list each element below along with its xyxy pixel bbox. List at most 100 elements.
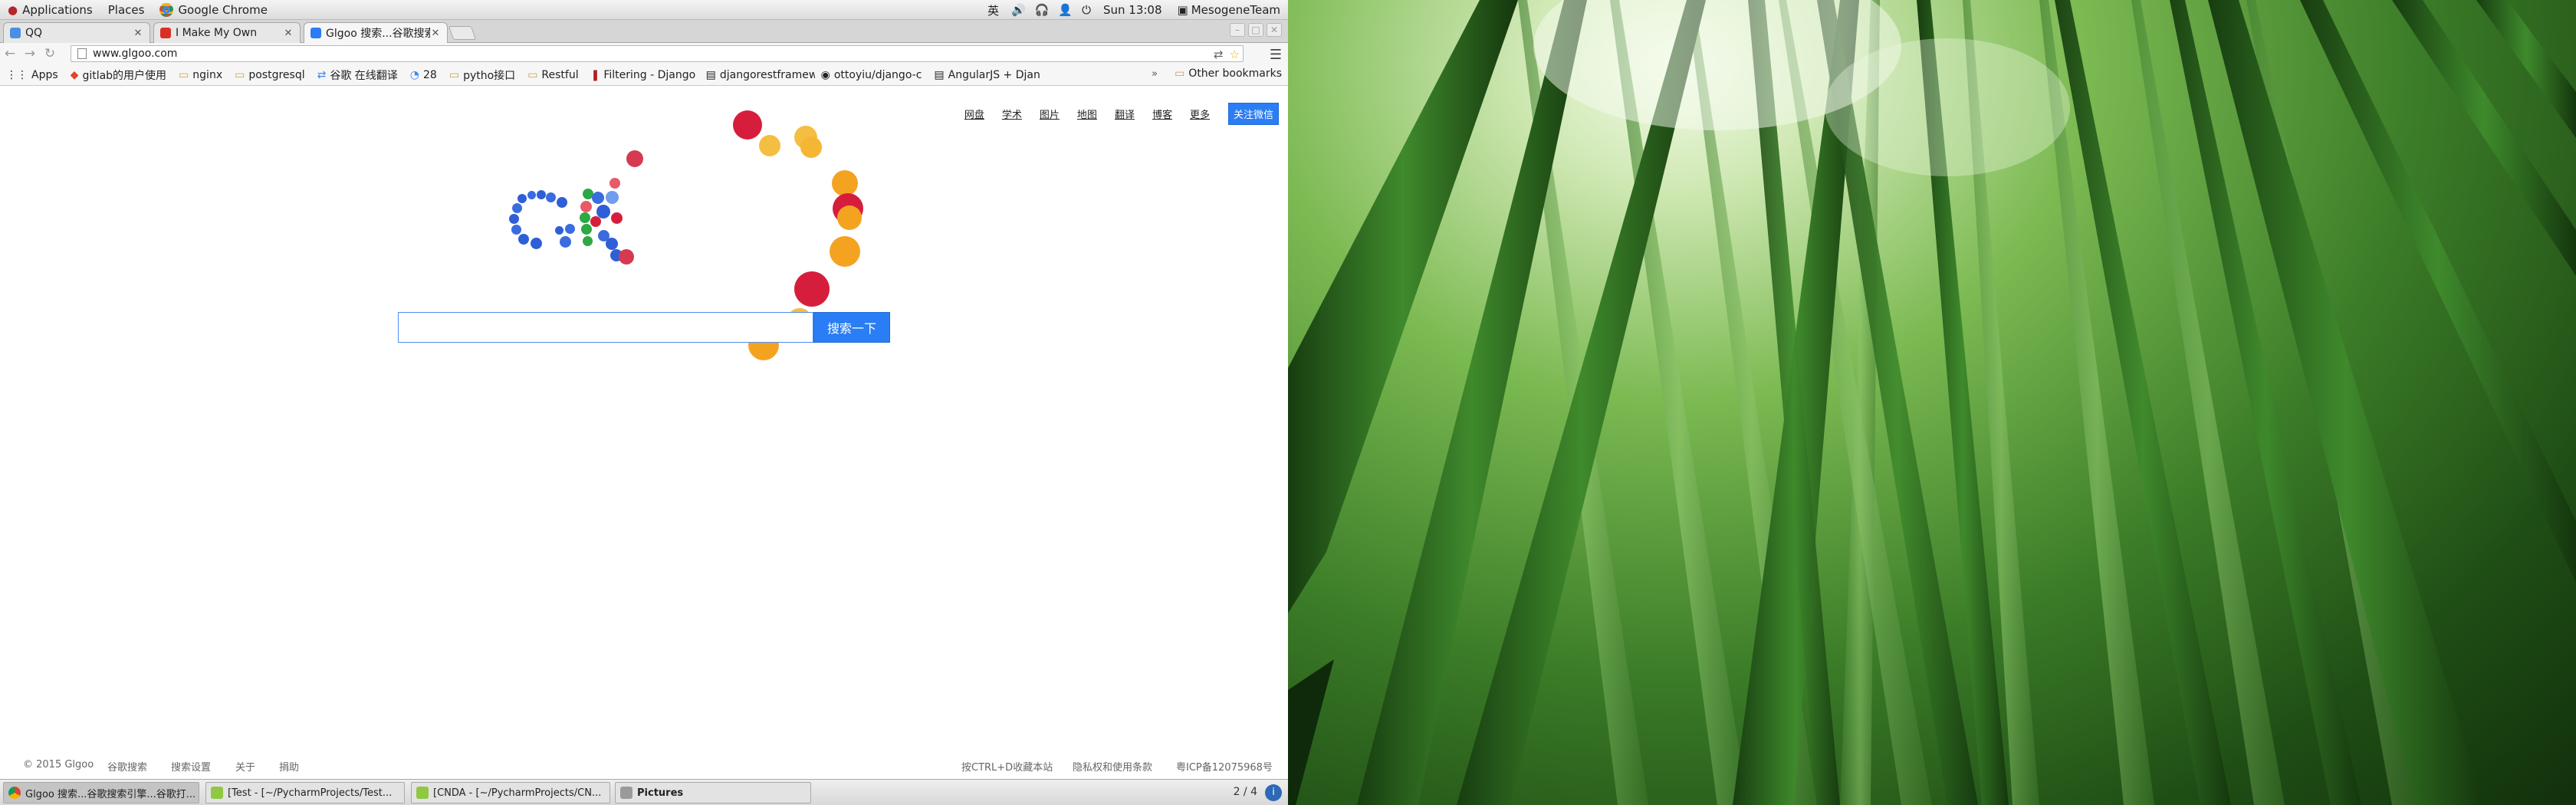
logo-dot [832,170,858,196]
task-label: [Test - [~/PycharmProjects/Test... [228,787,393,799]
applications-label: Applications [22,2,93,17]
bookmarks-overflow-button[interactable]: » [1152,68,1158,80]
nav-images[interactable]: 图片 [1040,107,1060,121]
power-icon[interactable]: ⏻ [1077,0,1096,20]
new-tab-button[interactable] [448,26,477,40]
chrome-icon [8,787,21,799]
bookmark-ottoyiu-django[interactable]: ◉ ottoyiu/django-c [815,69,928,81]
tab-i-make-my-own[interactable]: I Make My Own ✕ [153,22,301,43]
user-label: MesogeneTeam [1191,3,1280,17]
user-status-icon[interactable]: 👤 [1053,0,1077,20]
active-app-label: Google Chrome [178,2,268,17]
task-pycharm-cnda[interactable]: [CNDA - [~/PycharmProjects/CN... [411,782,610,803]
logo-dot [518,194,527,203]
bookmark-gitlab[interactable]: ◆ gitlab的用户使用 [64,67,172,83]
input-method-indicator[interactable]: 英 [980,0,1007,20]
translate-icon[interactable]: ⇄ [1214,48,1224,61]
footer-bookmark-hint: 按CTRL+D收藏本站 [961,762,1053,774]
glgoo-favicon-icon [310,28,321,38]
bookmark-filtering-django[interactable]: ❚ Filtering - Django [585,69,700,81]
bookmark-translate[interactable]: ⇄ 谷歌 在线翻译 [311,67,404,83]
footer-link-privacy[interactable]: 隐私权和使用条款 [1073,759,1152,774]
bookmark-star-icon[interactable]: ☆ [1230,48,1240,61]
places-menu[interactable]: Places [100,0,153,20]
qq-favicon-icon [10,28,21,38]
bookmark-python-api[interactable]: ▭ pytho接口 [443,67,521,83]
other-bookmarks[interactable]: ▭ Other bookmarks [1175,67,1282,80]
reload-icon[interactable]: ↻ [40,46,60,61]
apps-grid-icon: ⋮⋮ [6,68,28,81]
logo-dot [560,236,571,248]
forward-icon[interactable]: → [20,46,40,61]
bookmark-label: AngularJS + Djan [948,68,1040,81]
bookmark-icon: ❚ [590,68,600,81]
logo-dot [733,110,762,140]
copyright: © 2015 Glgoo [23,759,94,770]
chrome-menu-icon[interactable]: ☰ [1270,47,1282,63]
bookmark-label: ottoyiu/django-c [833,68,922,81]
footer-link-about[interactable]: 关于 [235,759,255,774]
active-app-menu[interactable]: Google Chrome [152,0,275,20]
footer-icp[interactable]: 粤ICP备12075968号 [1176,759,1273,774]
task-chrome[interactable]: Glgoo 搜索...谷歌搜索引擎...谷歌打... [3,782,199,803]
headset-icon[interactable]: 🎧 [1030,0,1054,20]
bookmark-apps[interactable]: ⋮⋮ Apps [0,69,64,81]
places-label: Places [107,2,145,17]
applications-menu[interactable]: ● Applications [0,0,100,20]
minimize-icon[interactable]: – [1230,23,1245,37]
tab-qq[interactable]: QQ ✕ [3,22,150,43]
nav-pan[interactable]: 网盘 [964,107,984,121]
bookmark-label: Apps [31,68,58,81]
nav-translate[interactable]: 翻译 [1115,107,1135,121]
bookmark-nginx[interactable]: ▭ nginx [172,69,228,81]
clock[interactable]: Sun 13:08 [1096,0,1170,20]
close-tab-icon[interactable]: ✕ [430,28,441,39]
doc-icon: ▤ [934,68,945,81]
close-window-icon[interactable]: ✕ [1267,23,1282,37]
workspace-indicator[interactable]: 2 / 4 [1234,786,1257,798]
logo-dot [800,136,822,158]
task-pictures[interactable]: Pictures [615,782,811,803]
folder-icon: ▭ [235,68,245,81]
pycharm-icon [211,787,223,799]
bookmark-postgresql[interactable]: ▭ postgresql [228,69,311,81]
bookmark-djangorestframework[interactable]: ▤ djangorestframew [700,69,815,81]
bookmark-label: nginx [192,68,223,81]
bookmark-angularjs-django[interactable]: ▤ AngularJS + Djan [928,69,1043,81]
follow-wechat-button[interactable]: 关注微信 [1227,103,1279,125]
search-button[interactable]: 搜索一下 [813,312,890,343]
bookmark-label: gitlab的用户使用 [82,69,167,82]
user-menu[interactable]: ▣ MesogeneTeam [1170,0,1288,20]
close-tab-icon[interactable]: ✕ [133,28,143,39]
nav-maps[interactable]: 地图 [1077,107,1097,121]
footer-link-search-settings[interactable]: 搜索设置 [171,759,211,774]
address-bar[interactable]: www.glgoo.com ⇄ ☆ [71,45,1244,62]
search-input[interactable] [398,312,813,343]
tab-title: Glgoo 搜索...谷歌搜索 [326,28,430,40]
address-url: www.glgoo.com [93,48,178,60]
notification-icon[interactable]: i [1265,784,1282,801]
logo-dot [759,135,780,156]
user-icon: ▣ [1177,3,1188,17]
page-info-icon[interactable] [77,48,87,59]
tab-glgoo[interactable]: Glgoo 搜索...谷歌搜索 ✕ [304,22,448,43]
left-monitor: ● Applications Places Google Chrome 英 🔊 … [0,0,1288,805]
bookmark-restful[interactable]: ▭ Restful [521,69,584,81]
task-pycharm-test[interactable]: [Test - [~/PycharmProjects/Test... [205,782,405,803]
close-tab-icon[interactable]: ✕ [283,28,294,39]
back-icon[interactable]: ← [0,46,20,61]
footer-link-google-search[interactable]: 谷歌搜索 [107,759,147,774]
maximize-icon[interactable]: □ [1248,23,1263,37]
volume-icon[interactable]: 🔊 [1007,0,1030,20]
logo-dot [606,191,619,204]
logo-dot [590,216,601,227]
logo-dot [580,212,590,223]
nav-more[interactable]: 更多 [1190,107,1210,121]
footer-link-donate[interactable]: 捐助 [279,759,299,774]
youtube-favicon-icon [160,28,171,38]
nav-scholar[interactable]: 学术 [1002,107,1022,121]
nav-blog[interactable]: 博客 [1152,107,1172,121]
folder-icon [620,787,632,799]
pycharm-icon [416,787,429,799]
bookmark-28[interactable]: ◔ 28 [404,69,443,81]
